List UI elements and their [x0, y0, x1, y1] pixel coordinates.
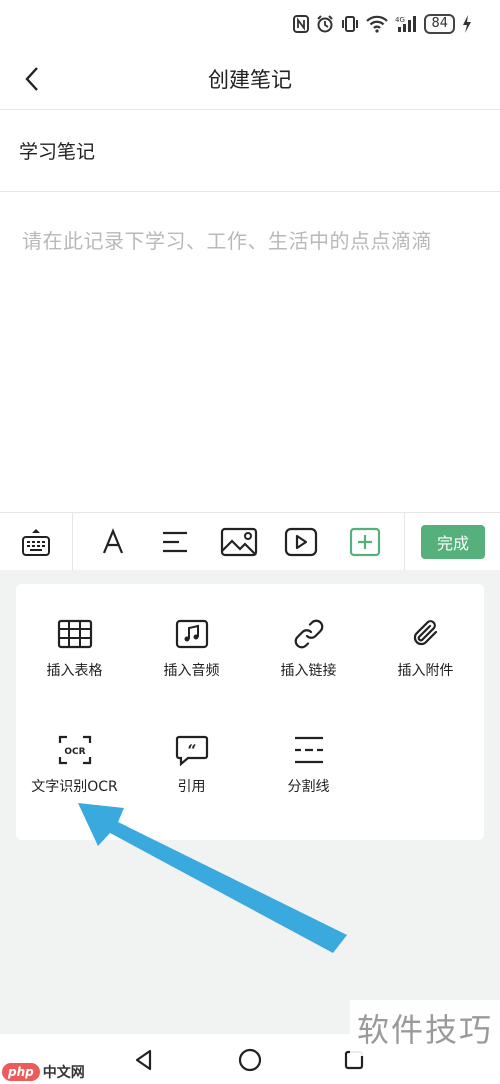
insert-video-button[interactable] — [276, 513, 326, 571]
svg-text:“: “ — [187, 741, 196, 760]
back-button[interactable] — [16, 62, 50, 96]
insert-audio-label: 插入音频 — [163, 663, 220, 679]
insert-audio-button[interactable]: 插入音频 — [133, 614, 250, 680]
align-left-icon — [163, 531, 187, 553]
circle-home-icon — [238, 1048, 262, 1072]
system-home-button[interactable] — [232, 1042, 268, 1078]
wifi-icon — [366, 14, 389, 34]
quote-button[interactable]: “ 引用 — [133, 730, 250, 796]
triangle-back-icon — [135, 1049, 152, 1071]
insert-more-button[interactable] — [340, 513, 390, 571]
toolbar-divider — [72, 513, 73, 571]
insert-panel: 插入表格 插入音频 插入链接 插入附件 OCR 文字识别OCR “ 引用 分割线 — [16, 584, 484, 840]
toolbar-divider — [404, 513, 405, 571]
content-placeholder: 请在此记录下学习、工作、生活中的点点滴滴 — [22, 229, 432, 253]
watermark-logo: php 中文网 — [0, 1060, 85, 1084]
system-back-button[interactable] — [126, 1042, 162, 1078]
insert-attachment-button[interactable]: 插入附件 — [367, 614, 484, 680]
paperclip-icon — [406, 614, 446, 654]
insert-table-label: 插入表格 — [46, 663, 103, 679]
keyboard-icon — [22, 529, 50, 556]
insert-table-button[interactable]: 插入表格 — [16, 614, 133, 680]
keyboard-toggle-button[interactable] — [0, 513, 72, 571]
done-button[interactable]: 完成 — [421, 525, 485, 559]
note-content-editor[interactable]: 请在此记录下学习、工作、生活中的点点滴滴 — [0, 193, 500, 511]
music-icon — [172, 614, 212, 654]
nav-bar: 创建笔记 — [0, 48, 500, 110]
text-format-button[interactable] — [88, 513, 138, 571]
editor-toolbar: 完成 — [0, 512, 500, 571]
watermark-text: 软件技巧 — [350, 1000, 500, 1056]
note-title-field[interactable]: 学习笔记 — [0, 110, 500, 192]
table-icon — [55, 614, 95, 654]
divider-label: 分割线 — [287, 779, 330, 795]
alarm-icon — [316, 14, 334, 34]
nfc-icon — [293, 14, 310, 34]
charging-icon — [462, 14, 472, 34]
link-icon — [289, 614, 329, 654]
insert-link-button[interactable]: 插入链接 — [250, 614, 367, 680]
insert-image-button[interactable] — [212, 513, 266, 571]
video-icon — [284, 527, 318, 557]
quote-label: 引用 — [177, 779, 206, 795]
chevron-left-icon — [25, 67, 38, 91]
ocr-label: 文字识别OCR — [31, 779, 118, 795]
insert-attachment-label: 插入附件 — [397, 663, 454, 679]
vibrate-icon — [341, 14, 359, 34]
php-badge: php — [2, 1063, 40, 1081]
signal-icon: 4G — [395, 14, 417, 34]
watermark-site-text: 中文网 — [42, 1065, 85, 1081]
ocr-icon: OCR — [55, 730, 95, 770]
divider-icon — [289, 730, 329, 770]
page-title: 创建笔记 — [208, 67, 292, 92]
svg-text:OCR: OCR — [64, 747, 85, 757]
font-icon — [102, 528, 124, 554]
status-bar: 4G 84 — [0, 0, 500, 48]
battery-indicator: 84 — [424, 14, 455, 34]
align-button[interactable] — [150, 513, 200, 571]
image-icon — [220, 527, 258, 557]
quote-icon: “ — [172, 730, 212, 770]
insert-link-label: 插入链接 — [280, 663, 337, 679]
divider-button[interactable]: 分割线 — [250, 730, 367, 796]
note-title-text: 学习笔记 — [19, 141, 96, 163]
svg-text:4G: 4G — [395, 16, 405, 24]
ocr-button[interactable]: OCR 文字识别OCR — [16, 730, 133, 796]
plus-box-icon — [349, 527, 381, 557]
